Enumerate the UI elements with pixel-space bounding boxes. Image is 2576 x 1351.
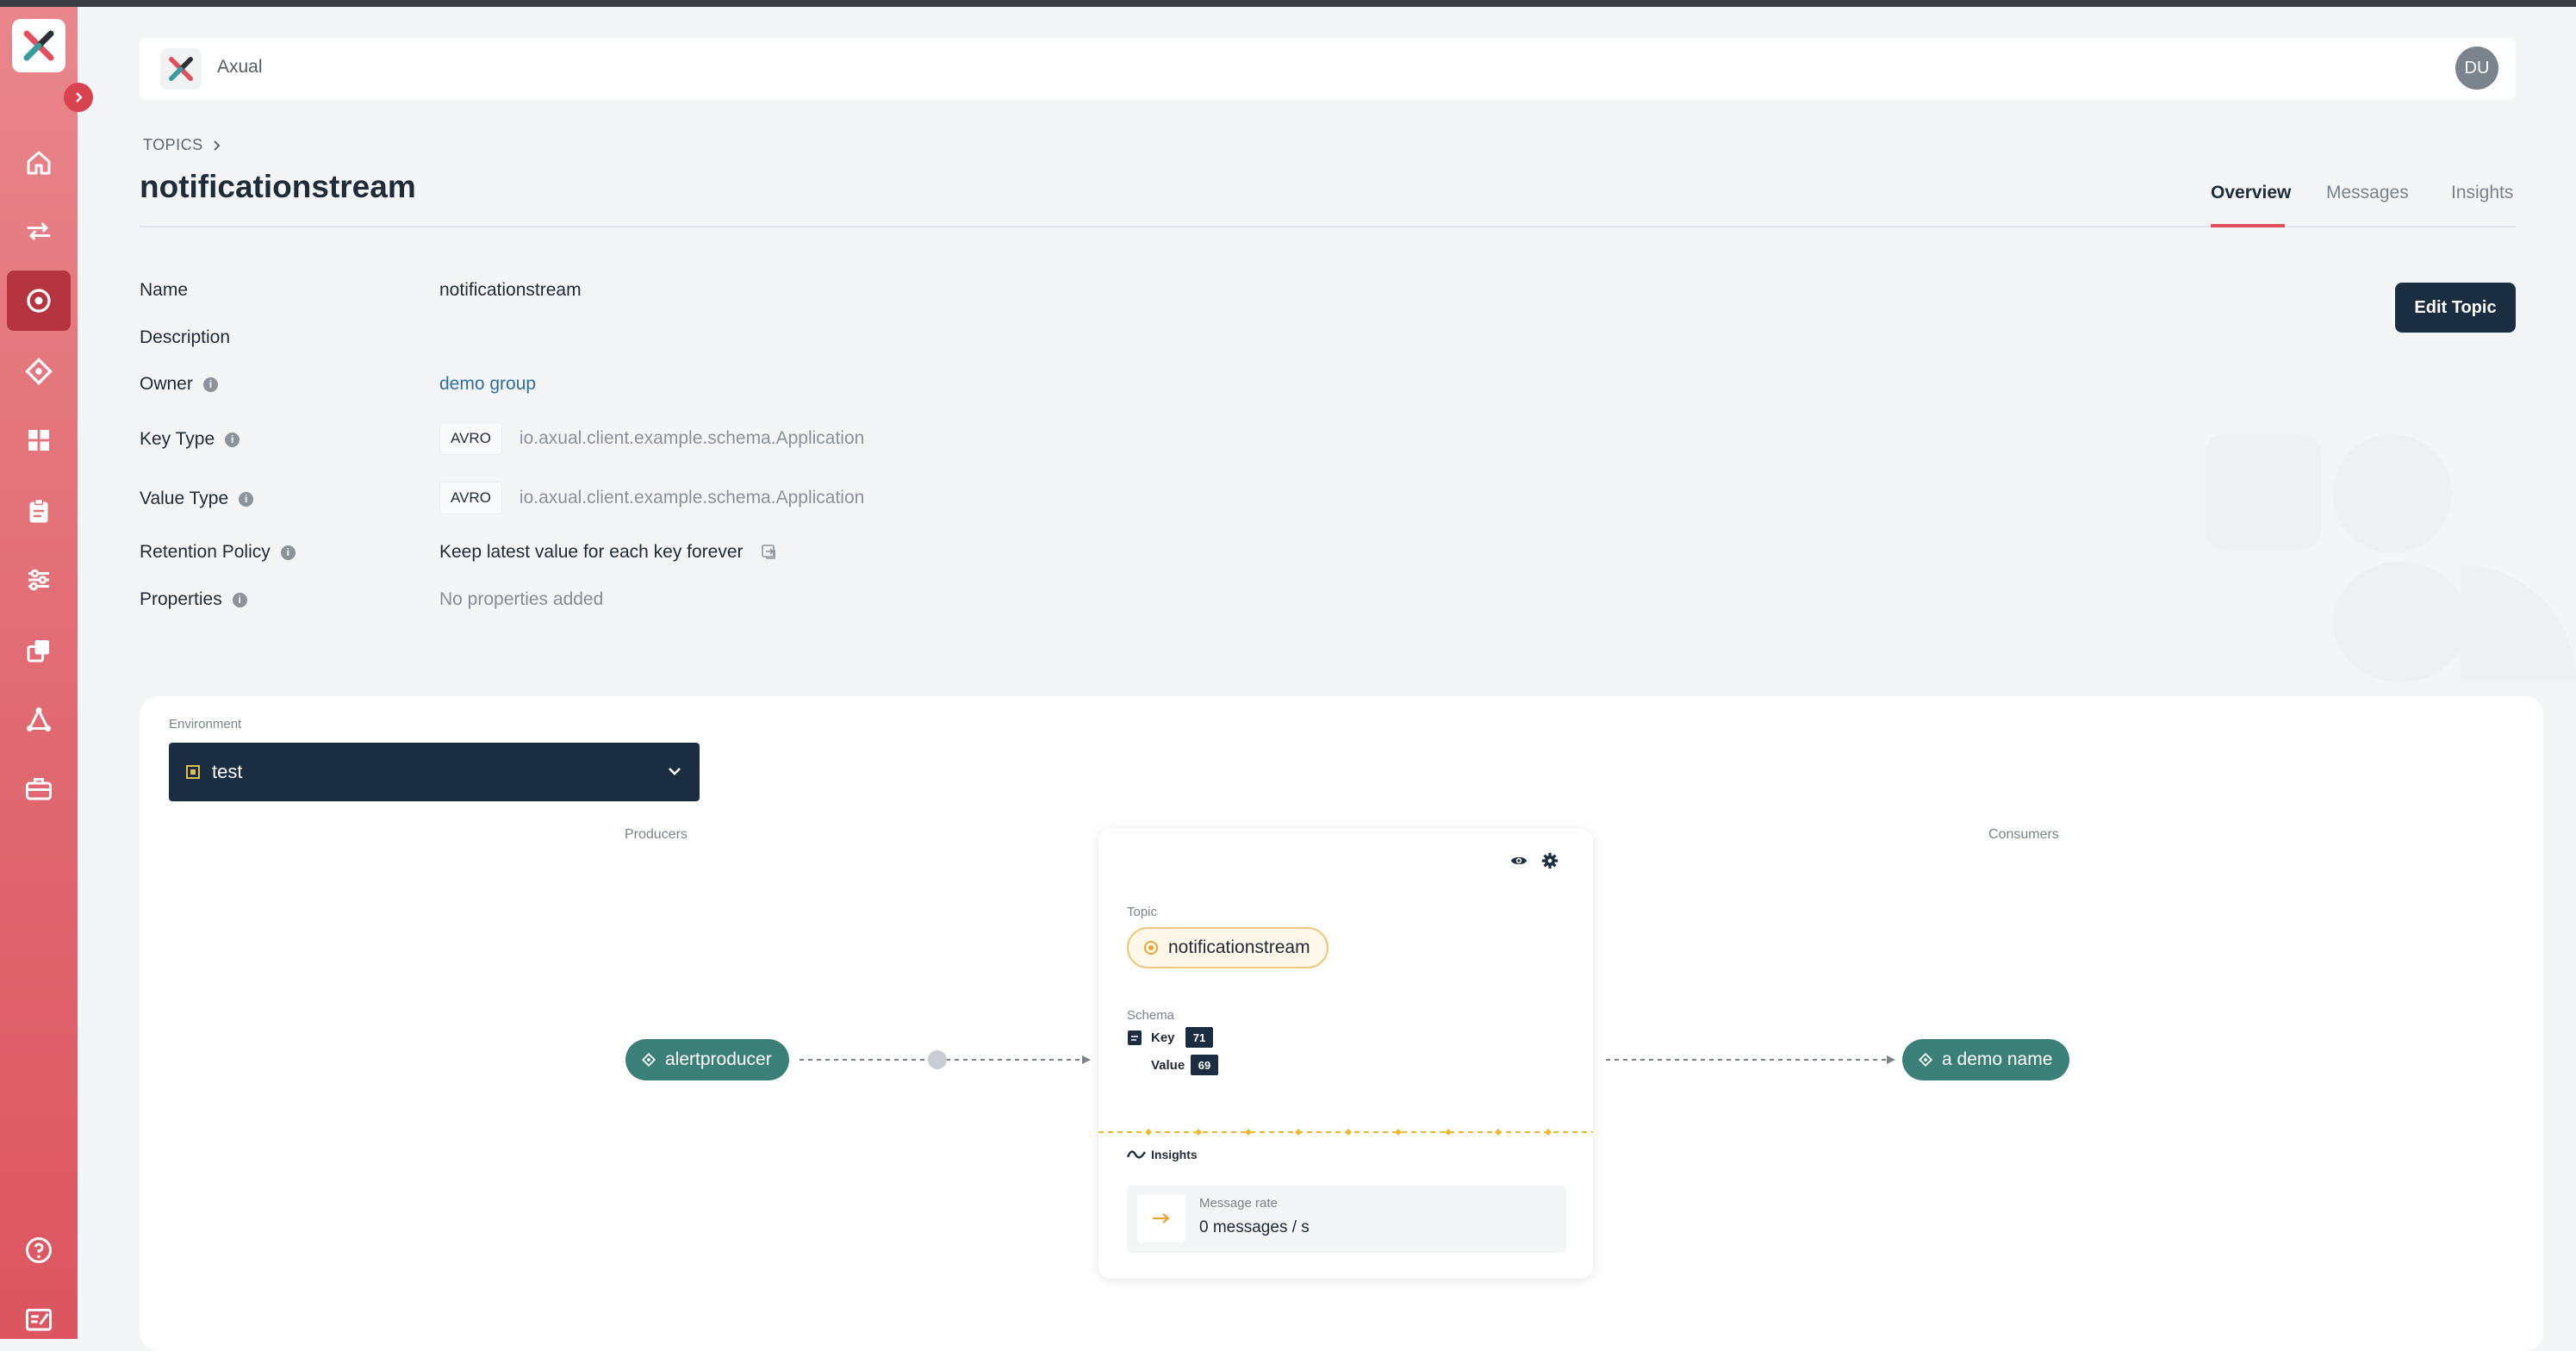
schema-label: Schema [1127,1008,1175,1023]
topic-icon [1144,941,1158,955]
chevron-right-icon [76,92,83,103]
gear-icon[interactable] [1540,851,1559,870]
schema-value-version[interactable]: 69 [1191,1055,1218,1075]
message-rate-box: Message rate 0 messages / s [1127,1186,1566,1253]
schema-value-row: Value 69 [1151,1055,1218,1075]
application-icon [641,1052,656,1068]
topic-pill[interactable]: notificationstream [1127,927,1328,968]
application-icon [1918,1052,1933,1068]
insights-header: Insights [1127,1148,1198,1161]
schema-value-label: Value [1151,1057,1185,1073]
message-rate-label: Message rate [1199,1196,1278,1211]
sidebar-expand-button[interactable] [64,83,93,112]
consumer-node[interactable]: a demo name [1902,1039,2070,1080]
topic-label: Topic [1127,905,1158,919]
schema-key-version[interactable]: 71 [1185,1027,1213,1048]
producer-node[interactable]: alertproducer [625,1039,789,1080]
schema-key-row: Key 71 [1127,1027,1213,1048]
arrow-right-icon [1137,1194,1185,1242]
message-rate-value: 0 messages / s [1199,1218,1310,1236]
insights-label: Insights [1151,1148,1198,1161]
producer-name: alertproducer [665,1049,772,1069]
insights-divider [1098,1129,1593,1136]
consumer-name: a demo name [1942,1049,2053,1069]
schema-key-label: Key [1151,1030,1175,1045]
eye-icon[interactable] [1509,851,1528,870]
topic-name: notificationstream [1168,937,1310,957]
pulse-icon [1127,1150,1146,1159]
schema-icon [1128,1030,1142,1045]
